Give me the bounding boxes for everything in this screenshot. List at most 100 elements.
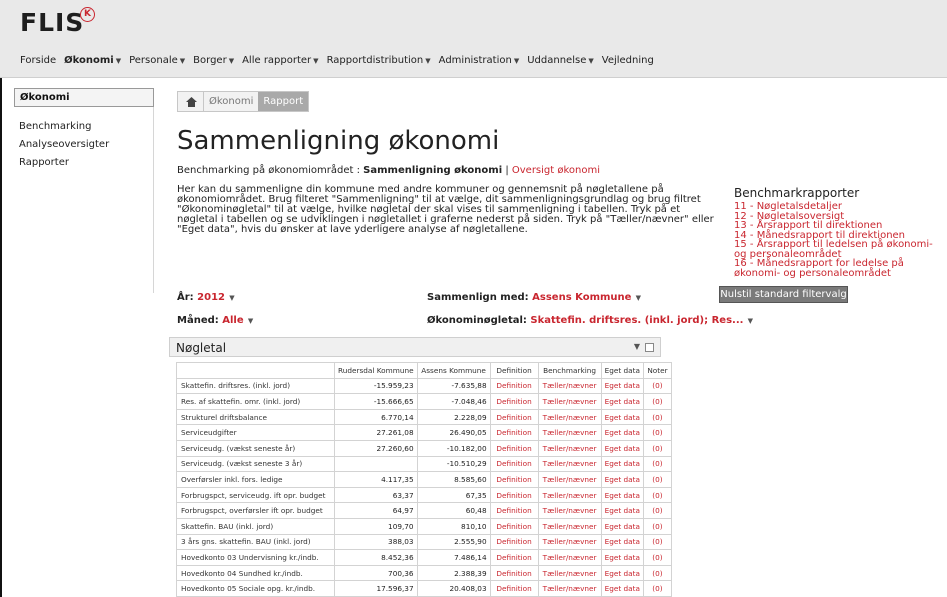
flis-logo[interactable]: FLIS	[20, 8, 84, 37]
definition-link[interactable]: Definition	[489, 455, 539, 473]
table-row[interactable]: Strukturel driftsbalance 6.770,14 2.228,09…	[176, 408, 672, 426]
menu-item-8[interactable]: Vejledning	[602, 55, 654, 66]
table-row[interactable]: Res. af skattefin. omr. (inkl. jord) -15.…	[176, 393, 672, 410]
cell-name[interactable]: Overførsler inkl. fors. ledige	[176, 471, 335, 488]
noter-link[interactable]: (0)	[642, 424, 672, 441]
taeller-naevner-link[interactable]: Tæller/nævner	[537, 502, 602, 519]
eget-data-link[interactable]: Eget data	[600, 455, 644, 473]
taeller-naevner-link[interactable]: Tæller/nævner	[537, 393, 602, 410]
cell-name[interactable]: Serviceudg. (vækst seneste år)	[176, 439, 335, 457]
noter-link[interactable]: (0)	[642, 377, 672, 395]
taeller-naevner-link[interactable]: Tæller/nævner	[537, 486, 602, 504]
taeller-naevner-link[interactable]: Tæller/nævner	[537, 455, 602, 473]
benchmark-link-15[interactable]: 15 - Årsrapport til ledelsen på økonomi-…	[734, 240, 944, 260]
definition-link[interactable]: Definition	[489, 471, 539, 488]
eget-data-link[interactable]: Eget data	[600, 408, 644, 426]
taeller-naevner-link[interactable]: Tæller/nævner	[537, 471, 602, 488]
table-row[interactable]: Serviceudgifter 27.261,08 26.490,05 Definit…	[176, 424, 672, 441]
cell-name[interactable]: Serviceudg. (vækst seneste 3 år)	[176, 455, 335, 473]
menu-item-0[interactable]: Forside	[20, 55, 56, 66]
eget-data-link[interactable]: Eget data	[600, 502, 644, 519]
definition-link[interactable]: Definition	[489, 517, 539, 535]
filter-sammenlign-value[interactable]: Assens Kommune	[532, 292, 631, 303]
taeller-naevner-link[interactable]: Tæller/nævner	[537, 533, 602, 551]
eget-data-link[interactable]: Eget data	[600, 377, 644, 395]
definition-link[interactable]: Definition	[489, 486, 539, 504]
taeller-naevner-link[interactable]: Tæller/nævner	[537, 439, 602, 457]
taeller-naevner-link[interactable]: Tæller/nævner	[537, 564, 602, 582]
sidebar-item-analyseoversigter[interactable]: Analyseoversigter	[14, 136, 153, 154]
definition-link[interactable]: Definition	[489, 424, 539, 441]
col-header-assens[interactable]: Assens Kommune	[416, 362, 491, 379]
taeller-naevner-link[interactable]: Tæller/nævner	[537, 517, 602, 535]
filter-noegletal-value[interactable]: Skattefin. driftsres. (inkl. jord); Res.…	[530, 315, 743, 326]
panel-dropdown-icon[interactable]: ▼	[634, 342, 640, 351]
home-button[interactable]	[178, 92, 204, 111]
eget-data-link[interactable]: Eget data	[600, 471, 644, 488]
cell-name[interactable]: Strukturel driftsbalance	[176, 408, 335, 426]
definition-link[interactable]: Definition	[489, 533, 539, 551]
breadcrumb-okonomi[interactable]: Økonomi	[204, 92, 259, 111]
benchmark-link-16[interactable]: 16 - Månedsrapport for ledelse på økonom…	[734, 259, 944, 279]
cell-name[interactable]: Res. af skattefin. omr. (inkl. jord)	[176, 393, 335, 410]
cell-name[interactable]: Hovedkonto 04 Sundhed kr./indb.	[176, 564, 335, 582]
eget-data-link[interactable]: Eget data	[600, 564, 644, 582]
filter-aar-value[interactable]: 2012	[197, 292, 225, 303]
cell-name[interactable]: Forbrugspct, overførsler ift opr. budget	[176, 502, 335, 519]
table-row[interactable]: Serviceudg. (vækst seneste 3 år) -10.510,…	[176, 455, 672, 473]
taeller-naevner-link[interactable]: Tæller/nævner	[537, 549, 602, 566]
table-row[interactable]: Forbrugspct, overførsler ift opr. budget…	[176, 502, 672, 519]
taeller-naevner-link[interactable]: Tæller/nævner	[537, 408, 602, 426]
table-row[interactable]: Hovedkonto 05 Sociale opg. kr./indb. 17.5…	[176, 580, 672, 597]
filter-maaned-value[interactable]: Alle	[222, 315, 243, 326]
eget-data-link[interactable]: Eget data	[600, 549, 644, 566]
cell-name[interactable]: Skattefin. driftsres. (inkl. jord)	[176, 377, 335, 395]
reset-filters-button[interactable]: Nulstil standard filtervalg	[719, 286, 848, 303]
table-row[interactable]: Skattefin. BAU (inkl. jord) 109,70 810,10 D…	[176, 517, 672, 535]
taeller-naevner-link[interactable]: Tæller/nævner	[537, 377, 602, 395]
sidebar-item-benchmarking[interactable]: Benchmarking	[14, 118, 153, 136]
noter-link[interactable]: (0)	[642, 564, 672, 582]
cell-name[interactable]: Serviceudgifter	[176, 424, 335, 441]
menu-item-7[interactable]: Uddannelse ▼	[527, 55, 594, 66]
oversigt-okonomi-link[interactable]: Oversigt økonomi	[512, 165, 600, 176]
definition-link[interactable]: Definition	[489, 408, 539, 426]
cell-name[interactable]: Hovedkonto 03 Undervisning kr./indb.	[176, 549, 335, 566]
menu-item-1[interactable]: Økonomi ▼	[64, 55, 121, 66]
eget-data-link[interactable]: Eget data	[600, 517, 644, 535]
cell-name[interactable]: 3 års gns. skattefin. BAU (inkl. jord)	[176, 533, 335, 551]
noter-link[interactable]: (0)	[642, 533, 672, 551]
eget-data-link[interactable]: Eget data	[600, 393, 644, 410]
menu-item-2[interactable]: Personale ▼	[129, 55, 185, 66]
chevron-down-icon[interactable]: ▼	[633, 294, 641, 302]
definition-link[interactable]: Definition	[489, 439, 539, 457]
definition-link[interactable]: Definition	[489, 549, 539, 566]
taeller-naevner-link[interactable]: Tæller/nævner	[537, 580, 602, 597]
menu-item-6[interactable]: Administration ▼	[439, 55, 520, 66]
noter-link[interactable]: (0)	[642, 580, 672, 597]
chevron-down-icon[interactable]: ▼	[745, 317, 753, 325]
definition-link[interactable]: Definition	[489, 502, 539, 519]
table-row[interactable]: Serviceudg. (vækst seneste år) 27.260,60-…	[176, 439, 672, 457]
table-row[interactable]: Overførsler inkl. fors. ledige 4.117,35 8.…	[176, 471, 672, 488]
noter-link[interactable]: (0)	[642, 502, 672, 519]
definition-link[interactable]: Definition	[489, 564, 539, 582]
noter-link[interactable]: (0)	[642, 439, 672, 457]
noter-link[interactable]: (0)	[642, 549, 672, 566]
noter-link[interactable]: (0)	[642, 517, 672, 535]
table-row[interactable]: Hovedkonto 04 Sundhed kr./indb. 700,36 2.3…	[176, 564, 672, 582]
table-row[interactable]: Forbrugspct, serviceudg. ift opr. budget…	[176, 486, 672, 504]
chevron-down-icon[interactable]: ▼	[246, 317, 253, 325]
definition-link[interactable]: Definition	[489, 393, 539, 410]
chevron-down-icon[interactable]: ▼	[227, 294, 234, 302]
cell-name[interactable]: Hovedkonto 05 Sociale opg. kr./indb.	[176, 580, 335, 597]
breadcrumb-rapport[interactable]: Rapport	[258, 92, 309, 111]
col-header-rudersdal[interactable]: Rudersdal Kommune	[334, 362, 418, 379]
taeller-naevner-link[interactable]: Tæller/nævner	[537, 424, 602, 441]
sidebar-header[interactable]: Økonomi	[14, 88, 154, 107]
menu-item-5[interactable]: Rapportdistribution ▼	[327, 55, 431, 66]
menu-item-3[interactable]: Borger ▼	[193, 55, 234, 66]
noter-link[interactable]: (0)	[642, 471, 672, 488]
panel-maximize-icon[interactable]	[645, 343, 654, 352]
eget-data-link[interactable]: Eget data	[600, 439, 644, 457]
